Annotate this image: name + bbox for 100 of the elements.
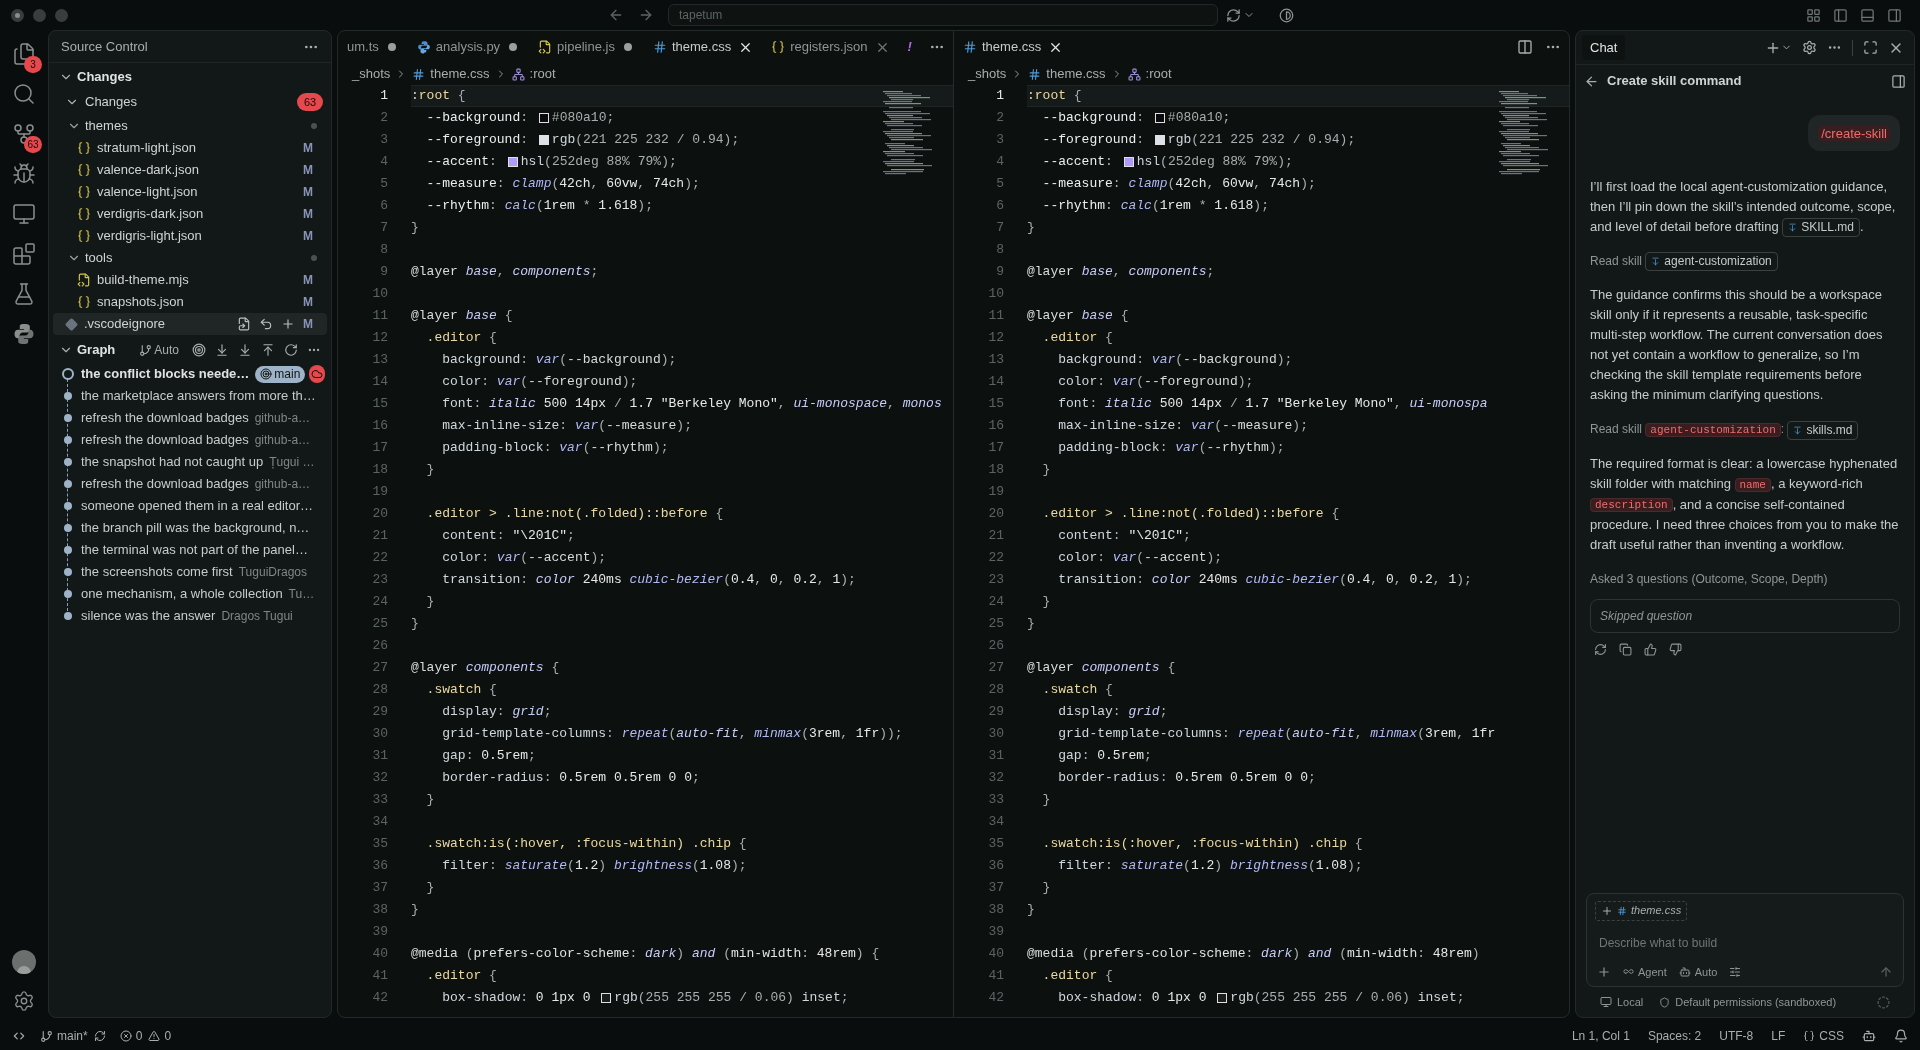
editor-tab[interactable]: ! [898, 31, 921, 63]
line-number: 36 [371, 857, 388, 876]
context-chip[interactable]: theme.css [1595, 900, 1688, 921]
commit-row[interactable]: someone opened them in a real editor… [49, 495, 331, 517]
file-chip[interactable]: agent-customization [1645, 252, 1778, 272]
settings-icon[interactable] [13, 990, 35, 1012]
file-chip[interactable]: skills.md [1787, 420, 1859, 440]
breadcrumb[interactable]: :root [1145, 64, 1172, 84]
panel-title: Source Control [61, 37, 148, 56]
language-status[interactable]: CSS [1803, 1027, 1844, 1045]
discard-icon[interactable] [259, 317, 273, 331]
file-chip[interactable]: SKILL.md [1782, 218, 1860, 238]
refresh-icon[interactable] [284, 343, 298, 357]
model-picker[interactable]: Auto [1678, 963, 1718, 980]
line-number: 34 [987, 813, 1004, 832]
cursor-position[interactable]: Ln 1, Col 1 [1571, 1027, 1630, 1045]
commit-row[interactable]: the screenshots come first TuguiDragos [49, 561, 331, 583]
file-row[interactable]: stratum-light.json M [53, 137, 327, 159]
commit-row[interactable]: refresh the download badges github-a… [49, 473, 331, 495]
commit-row[interactable]: the marketplace answers from more th… [49, 385, 331, 407]
commit-row[interactable]: the snapshot had not caught up Țugui … [49, 451, 331, 473]
breadcrumb[interactable]: theme.css [1046, 64, 1106, 84]
mode-picker[interactable]: Agent [1623, 963, 1667, 980]
thumbs-down-icon[interactable] [1669, 643, 1682, 657]
panel-left-icon[interactable] [1833, 7, 1848, 23]
file-row[interactable]: build-theme.mjs M [53, 269, 327, 291]
thumbs-up-icon[interactable] [1644, 643, 1657, 657]
folder-name[interactable]: themes [85, 116, 128, 136]
chat-input[interactable]: Describe what to build [1595, 933, 1895, 952]
commit-row[interactable]: the terminal was not part of the panel… [49, 539, 331, 561]
breadcrumb[interactable]: theme.css [430, 64, 490, 84]
section-title[interactable]: Changes [77, 67, 132, 87]
open-file-icon[interactable] [237, 317, 251, 331]
panel-icon[interactable] [1891, 73, 1906, 89]
line-number: 19 [987, 483, 1004, 502]
chat-tab[interactable]: Chat [1582, 34, 1626, 61]
theme-icon[interactable] [1279, 7, 1294, 23]
push-icon[interactable] [261, 343, 275, 357]
editor-tab[interactable]: pipeline.js [529, 31, 644, 63]
copy-icon[interactable] [1619, 643, 1632, 657]
bot-icon[interactable] [1862, 1029, 1876, 1043]
avatar[interactable] [12, 950, 36, 974]
code-line: .swatch { [425, 681, 498, 700]
bell-icon[interactable] [1894, 1029, 1908, 1043]
breadcrumb[interactable]: _shots [968, 64, 1007, 84]
target-icon[interactable] [192, 343, 206, 357]
options-icon[interactable] [1729, 965, 1742, 978]
line-number: 28 [371, 681, 388, 700]
panel-right-icon[interactable] [1887, 7, 1902, 23]
file-row[interactable]: verdigris-light.json M [53, 225, 327, 247]
pull-icon[interactable] [238, 343, 252, 357]
line-number: 33 [371, 791, 388, 810]
commit-row[interactable]: refresh the download badges github-a… [49, 429, 331, 451]
indentation-status[interactable]: Spaces: 2 [1647, 1027, 1702, 1045]
code-line: display: grid; [1057, 703, 1169, 722]
sync-icon[interactable] [93, 1030, 106, 1042]
line-number: 3 [379, 131, 388, 150]
folder-name[interactable]: tools [85, 248, 113, 268]
fetch-icon[interactable] [215, 343, 229, 357]
location-picker[interactable]: Local [1600, 993, 1644, 1011]
editor-tab[interactable]: um.ts [338, 31, 408, 63]
editor-tab[interactable]: analysis.py [407, 31, 530, 63]
line-number: 18 [987, 461, 1004, 480]
back-icon[interactable] [1584, 73, 1599, 89]
commit-row[interactable]: the branch pill was the background, n… [49, 517, 331, 539]
line-number: 12 [987, 329, 1004, 348]
bot-icon [1678, 965, 1691, 978]
panel-bottom-icon[interactable] [1860, 7, 1875, 23]
retry-icon[interactable] [1594, 643, 1607, 657]
stage-icon[interactable] [281, 317, 295, 331]
file-row[interactable]: valence-light.json M [53, 181, 327, 203]
group-title[interactable]: Changes [85, 92, 138, 112]
commit-row[interactable]: refresh the download badges github-a… [49, 407, 331, 429]
file-row[interactable]: snapshots.json M [53, 291, 327, 313]
add-icon[interactable] [1597, 964, 1611, 979]
forward-icon[interactable] [638, 7, 654, 23]
problems-status[interactable]: 0 0 [119, 1027, 172, 1045]
editor-tab[interactable]: registers.json [762, 31, 899, 63]
layout-icon[interactable] [1806, 7, 1821, 23]
commit-row[interactable]: the conflict blocks neede… main [49, 363, 331, 385]
split-editor-icon[interactable] [1517, 39, 1533, 55]
window-control[interactable] [11, 8, 24, 22]
permissions-picker[interactable]: Default permissions (sandboxed) [1659, 993, 1837, 1011]
file-row[interactable]: valence-dark.json M [53, 159, 327, 181]
commit-row[interactable]: one mechanism, a whole collection Tu… [49, 583, 331, 605]
settings-icon[interactable] [1802, 40, 1817, 55]
branch-filter[interactable]: Auto [139, 341, 179, 359]
eol-status[interactable]: LF [1771, 1027, 1786, 1045]
file-row[interactable]: verdigris-dark.json M [53, 203, 327, 225]
commit-row[interactable]: silence was the answer Dragos Tugui [49, 605, 331, 627]
branch-status[interactable]: main* [40, 1027, 88, 1045]
breadcrumb[interactable]: _shots [352, 64, 391, 84]
breadcrumb[interactable]: :root [529, 64, 556, 84]
send-icon[interactable] [1879, 964, 1893, 979]
maximize-icon[interactable] [1863, 40, 1878, 55]
encoding-status[interactable]: UTF-8 [1719, 1027, 1754, 1045]
section-title[interactable]: Graph [77, 340, 116, 360]
sync-icon[interactable] [1226, 7, 1241, 23]
file-row[interactable]: .vscodeignore M [53, 313, 327, 335]
remote-icon[interactable] [12, 1029, 26, 1043]
